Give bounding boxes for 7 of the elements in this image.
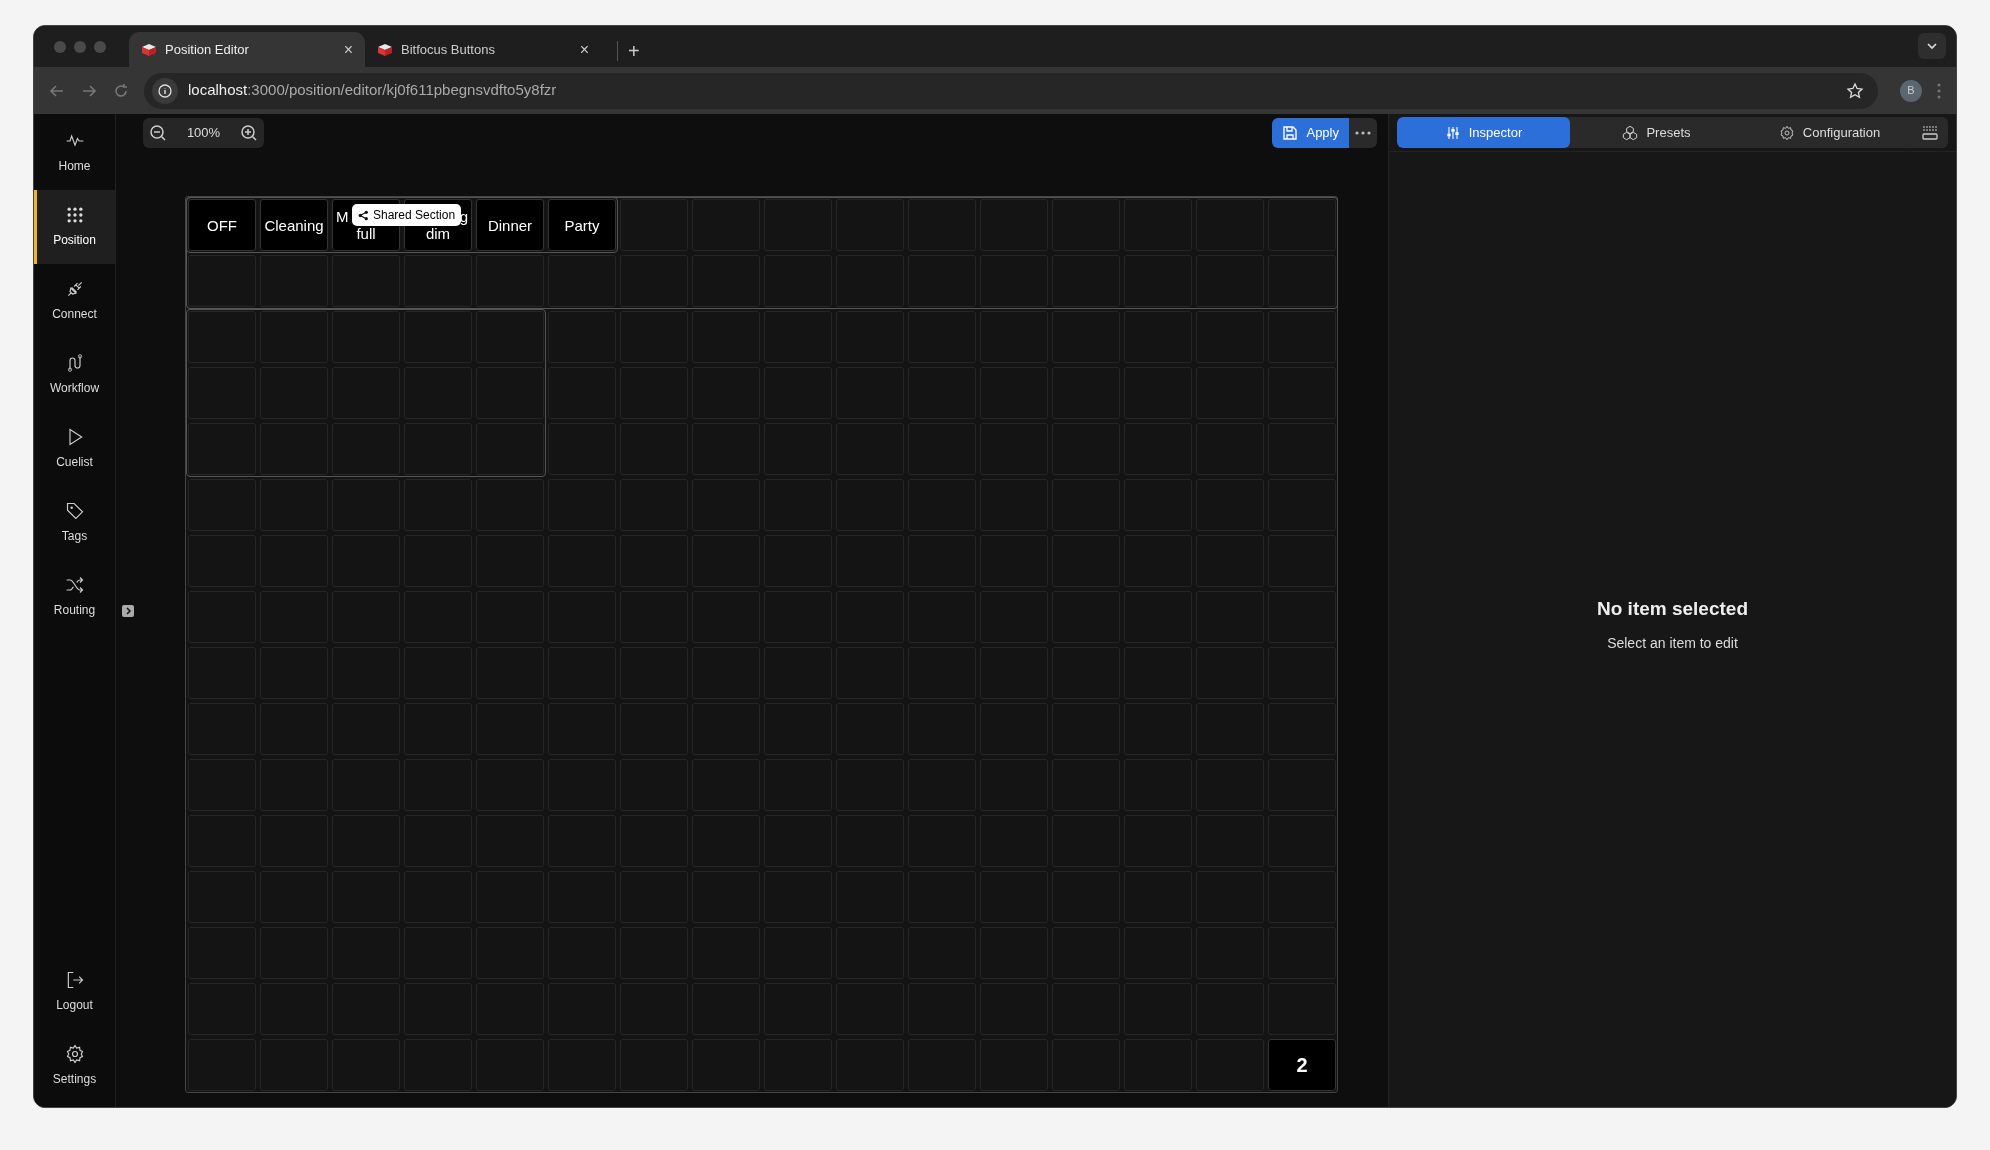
empty-state-hint: Select an item to edit	[1607, 634, 1738, 654]
url-text: localhost:3000/position/editor/kj0f611pbegnsvdfto5y8fzr	[188, 80, 558, 101]
tab-title: Position Editor	[165, 40, 250, 59]
tooltip: Shared Section	[352, 204, 462, 226]
tab-title: Bitfocus Buttons	[401, 40, 496, 59]
zoom-level: 100%	[186, 124, 221, 143]
empty-state-title: No item selected	[1597, 596, 1748, 621]
